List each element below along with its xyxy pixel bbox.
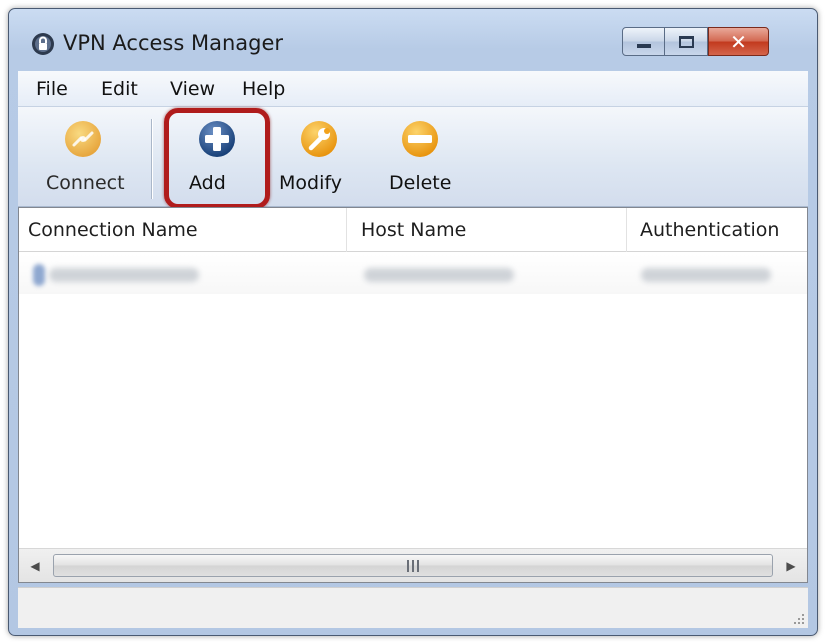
- scroll-left-button[interactable]: ◀: [19, 549, 51, 583]
- menu-help[interactable]: Help: [242, 78, 285, 100]
- resize-grip-icon[interactable]: [792, 612, 804, 624]
- redacted-connection-name: [49, 268, 199, 282]
- scroll-right-button[interactable]: ▶: [775, 549, 807, 583]
- column-host-name[interactable]: Host Name: [361, 208, 623, 252]
- minus-icon: [400, 119, 440, 163]
- title-bar[interactable]: VPN Access Manager ✕: [9, 9, 817, 71]
- toolbar-separator: [151, 119, 153, 199]
- connection-status-icon: [33, 264, 45, 286]
- wrench-icon: [299, 119, 339, 163]
- redacted-authentication: [641, 268, 771, 282]
- maximize-button[interactable]: [665, 27, 708, 56]
- chevron-right-icon: ▶: [786, 559, 796, 573]
- window-title: VPN Access Manager: [63, 31, 284, 55]
- connect-button[interactable]: Connect: [26, 107, 138, 207]
- app-window: VPN Access Manager ✕ File Edit View Help: [8, 8, 818, 636]
- add-button-highlight: [164, 108, 270, 209]
- menu-file[interactable]: File: [36, 78, 68, 100]
- column-connection-name[interactable]: Connection Name: [28, 208, 343, 252]
- column-authentication[interactable]: Authentication: [640, 208, 810, 252]
- menu-edit[interactable]: Edit: [101, 78, 138, 100]
- list-header: Connection Name Host Name Authentication: [19, 208, 807, 252]
- toolbar: Connect Add Modify Delete: [18, 107, 808, 209]
- chevron-left-icon: ◀: [30, 559, 40, 573]
- thumb-grip: [407, 560, 419, 572]
- modify-button[interactable]: Modify: [276, 107, 366, 207]
- connection-list[interactable]: Connection Name Host Name Authentication…: [18, 207, 808, 583]
- scroll-thumb[interactable]: [53, 554, 773, 577]
- vpn-padlock-icon: [31, 32, 55, 56]
- menu-bar: File Edit View Help: [18, 71, 808, 107]
- close-button[interactable]: ✕: [708, 27, 769, 56]
- column-divider[interactable]: [346, 208, 347, 252]
- minimize-icon: [636, 43, 651, 48]
- connect-label: Connect: [46, 172, 125, 194]
- modify-label: Modify: [279, 172, 342, 194]
- horizontal-scrollbar[interactable]: ◀ ▶: [19, 548, 807, 582]
- column-divider[interactable]: [626, 208, 627, 252]
- delete-label: Delete: [389, 172, 452, 194]
- menu-view[interactable]: View: [170, 78, 215, 100]
- status-bar: [18, 587, 808, 628]
- connect-icon: [63, 119, 103, 163]
- redacted-host-name: [364, 268, 514, 282]
- minimize-button[interactable]: [622, 27, 665, 56]
- close-icon: ✕: [730, 29, 747, 54]
- maximize-icon: [678, 35, 694, 48]
- delete-button[interactable]: Delete: [378, 107, 468, 207]
- table-row[interactable]: [19, 254, 807, 294]
